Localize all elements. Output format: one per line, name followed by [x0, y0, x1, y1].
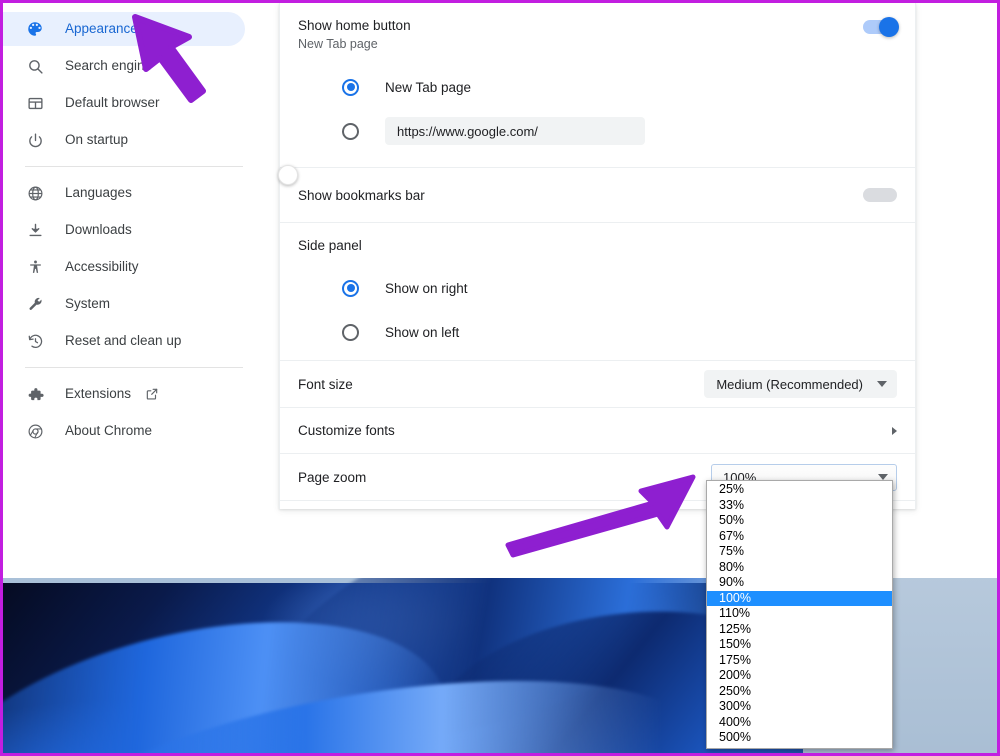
- show-home-button-subtitle: New Tab page: [298, 37, 378, 51]
- page-zoom-option[interactable]: 200%: [707, 668, 892, 684]
- page-zoom-option[interactable]: 50%: [707, 513, 892, 529]
- sidebar-item-label: Extensions: [65, 386, 132, 402]
- sidebar-item-label: Accessibility: [65, 259, 139, 275]
- home-option-new-tab-page[interactable]: New Tab page: [298, 65, 897, 109]
- sidebar-item-label: Languages: [65, 185, 132, 201]
- chevron-right-icon: [892, 426, 897, 435]
- sidebar-item-label: Reset and clean up: [65, 333, 182, 349]
- accessibility-icon: [25, 257, 45, 277]
- sidebar-item-languages[interactable]: Languages: [3, 176, 245, 210]
- sidebar-item-label: Appearance: [65, 21, 138, 37]
- sidebar-item-accessibility[interactable]: Accessibility: [3, 250, 245, 284]
- page-zoom-option[interactable]: 75%: [707, 544, 892, 560]
- sidebar-item-reset-and-clean-up[interactable]: Reset and clean up: [3, 324, 245, 358]
- home-option-custom-url[interactable]: https://www.google.com/: [298, 109, 897, 153]
- radio-new-tab-page[interactable]: [342, 78, 359, 96]
- page-zoom-dropdown-list[interactable]: 25% 33% 50% 67% 75% 80% 90% 100% 110% 125% 150% 175…: [706, 480, 893, 749]
- sidebar-item-label: Search engine: [65, 58, 153, 74]
- sidebar-item-label: System: [65, 296, 111, 312]
- radio-label: New Tab page: [385, 79, 472, 95]
- customize-fonts-row[interactable]: Customize fonts: [280, 408, 915, 453]
- page-zoom-option[interactable]: 90%: [707, 575, 892, 591]
- side-panel-option-right[interactable]: Show on right: [298, 266, 897, 310]
- customize-fonts-title: Customize fonts: [298, 423, 395, 438]
- page-zoom-option[interactable]: 300%: [707, 699, 892, 715]
- sidebar-item-downloads[interactable]: Downloads: [3, 213, 245, 247]
- sidebar-item-extensions[interactable]: Extensions: [3, 377, 245, 411]
- globe-icon: [25, 183, 45, 203]
- page-zoom-option[interactable]: 100%: [707, 590, 892, 606]
- page-zoom-option[interactable]: 80%: [707, 560, 892, 576]
- sidebar-item-label: On startup: [65, 132, 129, 148]
- page-zoom-option[interactable]: 67%: [707, 529, 892, 545]
- show-bookmarks-bar-toggle[interactable]: [278, 165, 897, 202]
- page-zoom-option[interactable]: 150%: [707, 637, 892, 653]
- radio-show-on-left[interactable]: [342, 323, 359, 341]
- radio-show-on-right[interactable]: [342, 279, 359, 297]
- page-zoom-option[interactable]: 125%: [707, 622, 892, 638]
- radio-custom-url[interactable]: [342, 122, 359, 140]
- sidebar-divider-1: [25, 166, 243, 167]
- sidebar-item-label: About Chrome: [65, 423, 153, 439]
- toggle-knob: [278, 165, 298, 185]
- side-panel-option-left[interactable]: Show on left: [298, 310, 897, 354]
- sidebar-divider-2: [25, 367, 243, 368]
- sidebar-item-search-engine[interactable]: Search engine: [3, 49, 245, 83]
- font-size-select[interactable]: Medium (Recommended): [704, 370, 897, 398]
- radio-label: Show on right: [385, 280, 468, 296]
- font-size-value: Medium (Recommended): [716, 376, 863, 392]
- show-home-button-toggle[interactable]: [863, 17, 899, 37]
- search-icon: [25, 56, 45, 76]
- font-size-title: Font size: [298, 376, 353, 392]
- sidebar-item-on-startup[interactable]: On startup: [3, 123, 245, 157]
- page-zoom-option[interactable]: 500%: [707, 730, 892, 746]
- browser-window-icon: [25, 93, 45, 113]
- page-zoom-option[interactable]: 175%: [707, 653, 892, 669]
- open-in-new-icon[interactable]: [145, 387, 159, 401]
- radio-label: Show on left: [385, 324, 460, 340]
- show-bookmarks-bar-row[interactable]: Show bookmarks bar: [278, 165, 915, 222]
- sidebar-item-default-browser[interactable]: Default browser: [3, 86, 245, 120]
- font-size-row[interactable]: Font size Medium (Recommended): [280, 361, 915, 407]
- chevron-down-icon: [877, 381, 887, 387]
- screenshot-root: Appearance Search engine Default browser: [0, 0, 1000, 756]
- show-home-button-section: Show home button New Tab page New Tab pa…: [280, 3, 915, 167]
- sidebar-item-label: Default browser: [65, 95, 160, 111]
- page-zoom-option[interactable]: 400%: [707, 715, 892, 731]
- sidebar-item-about-chrome[interactable]: About Chrome: [3, 414, 245, 448]
- history-restore-icon: [25, 331, 45, 351]
- download-icon: [25, 220, 45, 240]
- windows-wallpaper: [3, 575, 854, 753]
- page-zoom-option[interactable]: 110%: [707, 606, 892, 622]
- palette-icon: [25, 19, 45, 39]
- power-icon: [25, 130, 45, 150]
- page-zoom-title: Page zoom: [298, 469, 367, 485]
- puzzle-piece-icon: [25, 384, 45, 404]
- side-panel-section: Side panel Show on right Show on left: [280, 223, 915, 360]
- side-panel-title: Side panel: [298, 238, 362, 253]
- show-home-button-title: Show home button: [298, 18, 411, 33]
- sidebar-item-label: Downloads: [65, 222, 132, 238]
- settings-sidebar: Appearance Search engine Default browser: [3, 3, 265, 578]
- home-url-input[interactable]: https://www.google.com/: [385, 117, 645, 145]
- page-zoom-option[interactable]: 33%: [707, 498, 892, 514]
- sidebar-item-appearance[interactable]: Appearance: [3, 12, 245, 46]
- show-bookmarks-bar-title: Show bookmarks bar: [298, 187, 425, 203]
- page-zoom-option[interactable]: 25%: [707, 482, 892, 498]
- wrench-icon: [25, 294, 45, 314]
- sidebar-item-system[interactable]: System: [3, 287, 245, 321]
- chrome-logo-icon: [25, 421, 45, 441]
- toggle-knob: [879, 17, 899, 37]
- page-zoom-option[interactable]: 250%: [707, 684, 892, 700]
- appearance-settings-card: Show home button New Tab page New Tab pa…: [278, 3, 916, 509]
